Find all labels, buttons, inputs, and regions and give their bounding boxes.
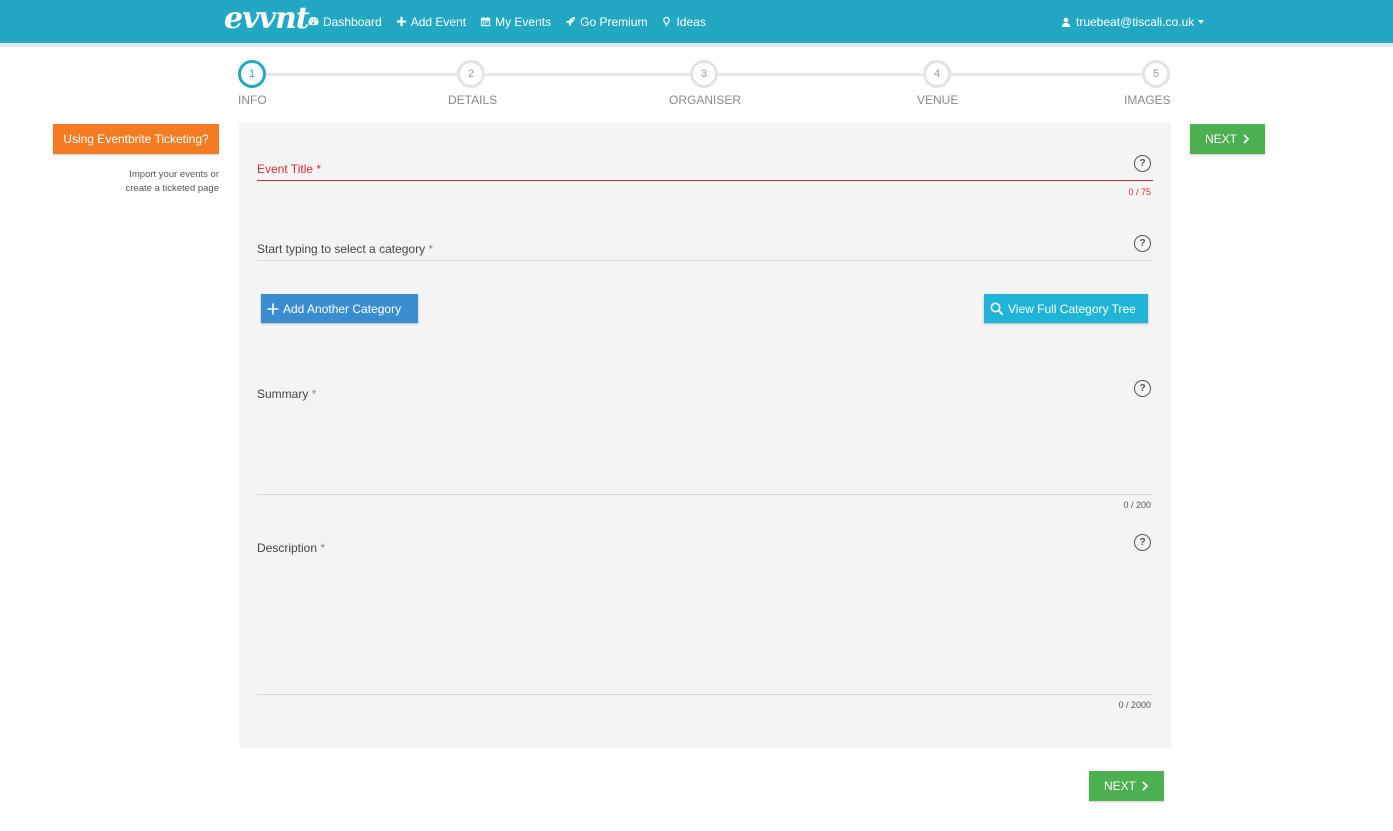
category-field[interactable]: Start typing to select a category * ? — [257, 233, 1153, 263]
summary-field[interactable]: Summary * ? 0 / 200 — [257, 378, 1153, 513]
nav-ideas[interactable]: Ideas — [661, 14, 706, 29]
required-marker: * — [316, 162, 322, 176]
plus-icon — [396, 16, 406, 27]
nav-go-premium[interactable]: Go Premium — [565, 15, 647, 29]
summary-underline — [257, 494, 1153, 495]
nav-dashboard[interactable]: Dashboard — [308, 15, 382, 29]
step-images[interactable]: 5 IMAGES — [1124, 60, 1171, 107]
rocket-icon — [566, 16, 576, 27]
step-number: 1 — [238, 60, 266, 88]
category-label-text: Start typing to select a category — [257, 242, 426, 256]
event-info-form: Event Title * ? 0 / 75 Start typing to s… — [239, 123, 1171, 748]
required-marker: * — [311, 387, 317, 401]
event-title-underline — [257, 180, 1153, 181]
navbar-divider — [0, 43, 1393, 47]
nav-add-event[interactable]: Add Event — [396, 15, 466, 29]
eventbrite-note-line: Import your events or — [129, 169, 219, 180]
user-email: truebeat@tiscali.co.uk — [1076, 14, 1195, 29]
step-number: 4 — [923, 60, 951, 88]
help-icon[interactable]: ? — [1134, 155, 1151, 172]
plus-icon — [267, 303, 279, 314]
view-category-tree-button[interactable]: View Full Category Tree — [984, 294, 1148, 323]
main-nav: Dashboard Add Event My Events Go Premium… — [308, 0, 720, 43]
step-label: INFO — [238, 93, 267, 107]
top-navbar: evvnt Dashboard Add Event My Events Go P… — [0, 0, 1393, 43]
required-marker: * — [320, 541, 326, 555]
user-icon — [1061, 17, 1071, 27]
nav-add-event-label: Add Event — [410, 14, 467, 29]
step-label: VENUE — [917, 93, 959, 107]
chevron-right-icon — [1243, 134, 1250, 144]
step-label: IMAGES — [1124, 93, 1171, 107]
nav-my-events[interactable]: My Events — [480, 15, 551, 29]
event-title-label: Event Title * — [257, 162, 321, 176]
next-label: NEXT — [1103, 779, 1136, 793]
step-number: 2 — [457, 60, 485, 88]
chevron-right-icon — [1142, 781, 1149, 791]
step-venue[interactable]: 4 VENUE — [917, 60, 958, 107]
add-category-label: Add Another Category — [283, 301, 402, 316]
step-details[interactable]: 2 DETAILS — [448, 60, 497, 107]
category-label: Start typing to select a category * — [257, 242, 433, 256]
description-field[interactable]: Description * ? 0 / 2000 — [257, 532, 1153, 717]
step-organiser[interactable]: 3 ORGANISER — [669, 60, 741, 107]
eventbrite-note: Import your events or create a ticketed … — [53, 168, 219, 196]
summary-counter: 0 / 200 — [1123, 500, 1151, 510]
eventbrite-note-line: create a ticketed page — [125, 183, 219, 194]
step-info[interactable]: 1 INFO — [238, 60, 267, 107]
nav-go-premium-label: Go Premium — [580, 14, 648, 29]
description-underline — [257, 694, 1153, 695]
calendar-icon — [481, 16, 491, 27]
nav-ideas-label: Ideas — [676, 14, 706, 29]
description-counter: 0 / 2000 — [1118, 700, 1151, 710]
summary-label: Summary * — [257, 387, 316, 401]
next-button-top[interactable]: NEXT — [1190, 124, 1265, 154]
nav-my-events-label: My Events — [495, 14, 552, 29]
evvnt-logo[interactable]: evvnt — [224, 2, 310, 38]
step-connector — [951, 73, 1142, 76]
step-label: DETAILS — [448, 93, 498, 107]
user-menu[interactable]: truebeat@tiscali.co.uk — [1061, 0, 1205, 43]
step-label: ORGANISER — [669, 93, 742, 107]
description-label: Description * — [257, 541, 325, 555]
required-marker: * — [428, 242, 434, 256]
help-icon[interactable]: ? — [1134, 235, 1151, 252]
lightbulb-icon — [663, 16, 671, 27]
progress-stepper: 1 INFO 2 DETAILS 3 ORGANISER 4 VENUE 5 I… — [238, 60, 1172, 110]
next-button-bottom[interactable]: NEXT — [1089, 771, 1164, 801]
event-title-label-text: Event Title — [257, 162, 314, 176]
description-label-text: Description — [257, 541, 318, 555]
event-title-counter: 0 / 75 — [1128, 187, 1151, 197]
next-label: NEXT — [1204, 132, 1237, 146]
add-category-button[interactable]: Add Another Category — [261, 294, 418, 323]
help-icon[interactable]: ? — [1134, 380, 1151, 397]
dashboard-icon — [308, 16, 319, 26]
nav-dashboard-label: Dashboard — [323, 14, 382, 29]
search-icon — [990, 302, 1004, 315]
view-category-tree-label: View Full Category Tree — [1008, 301, 1136, 316]
category-underline — [257, 260, 1153, 261]
chevron-down-icon — [1198, 19, 1205, 24]
step-connector — [266, 73, 457, 76]
event-title-field[interactable]: Event Title * ? 0 / 75 — [257, 153, 1153, 203]
step-connector — [718, 73, 923, 76]
eventbrite-ticketing-button[interactable]: Using Eventbrite Ticketing? — [53, 124, 219, 154]
step-number: 5 — [1142, 60, 1170, 88]
step-connector — [485, 73, 690, 76]
help-icon[interactable]: ? — [1134, 534, 1151, 551]
step-number: 3 — [690, 60, 718, 88]
summary-label-text: Summary — [257, 387, 309, 401]
